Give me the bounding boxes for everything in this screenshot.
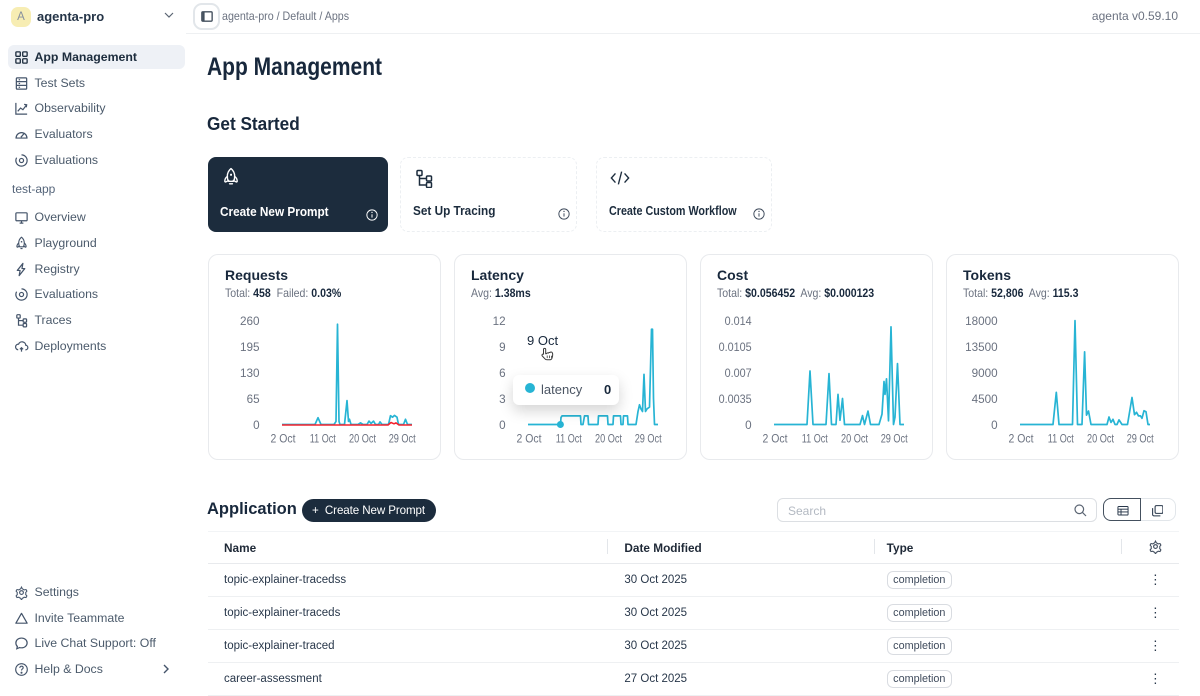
svg-text:130: 130 — [240, 366, 260, 380]
svg-text:0.007: 0.007 — [725, 366, 752, 380]
svg-text:29 Oct: 29 Oct — [1127, 432, 1155, 446]
svg-text:9000: 9000 — [972, 366, 998, 380]
svg-text:0.0105: 0.0105 — [719, 340, 752, 354]
svg-text:4500: 4500 — [972, 392, 998, 406]
svg-text:0: 0 — [745, 418, 752, 432]
svg-text:18000: 18000 — [965, 314, 998, 328]
svg-text:11 Oct: 11 Oct — [556, 432, 582, 446]
svg-text:3: 3 — [499, 392, 506, 406]
svg-text:6: 6 — [499, 366, 506, 380]
svg-text:0.0035: 0.0035 — [719, 392, 752, 406]
svg-text:65: 65 — [247, 392, 260, 406]
svg-text:11 Oct: 11 Oct — [1048, 432, 1074, 446]
svg-text:29 Oct: 29 Oct — [635, 432, 663, 446]
svg-text:0.014: 0.014 — [725, 314, 752, 328]
svg-text:20 Oct: 20 Oct — [841, 432, 869, 446]
svg-text:2 Oct: 2 Oct — [1009, 432, 1035, 446]
svg-text:20 Oct: 20 Oct — [349, 432, 377, 446]
svg-text:11 Oct: 11 Oct — [310, 432, 336, 446]
svg-text:9: 9 — [499, 340, 506, 354]
svg-text:20 Oct: 20 Oct — [1087, 432, 1115, 446]
svg-text:2 Oct: 2 Oct — [763, 432, 789, 446]
svg-text:13500: 13500 — [965, 340, 998, 354]
svg-text:2 Oct: 2 Oct — [271, 432, 297, 446]
svg-text:29 Oct: 29 Oct — [389, 432, 417, 446]
svg-text:29 Oct: 29 Oct — [881, 432, 909, 446]
svg-text:12: 12 — [493, 314, 506, 328]
svg-text:0: 0 — [991, 418, 998, 432]
svg-text:0: 0 — [253, 418, 260, 432]
svg-text:20 Oct: 20 Oct — [595, 432, 623, 446]
svg-text:260: 260 — [240, 314, 260, 328]
svg-text:2 Oct: 2 Oct — [517, 432, 543, 446]
svg-text:11 Oct: 11 Oct — [802, 432, 828, 446]
svg-text:195: 195 — [240, 340, 260, 354]
svg-text:0: 0 — [499, 418, 506, 432]
